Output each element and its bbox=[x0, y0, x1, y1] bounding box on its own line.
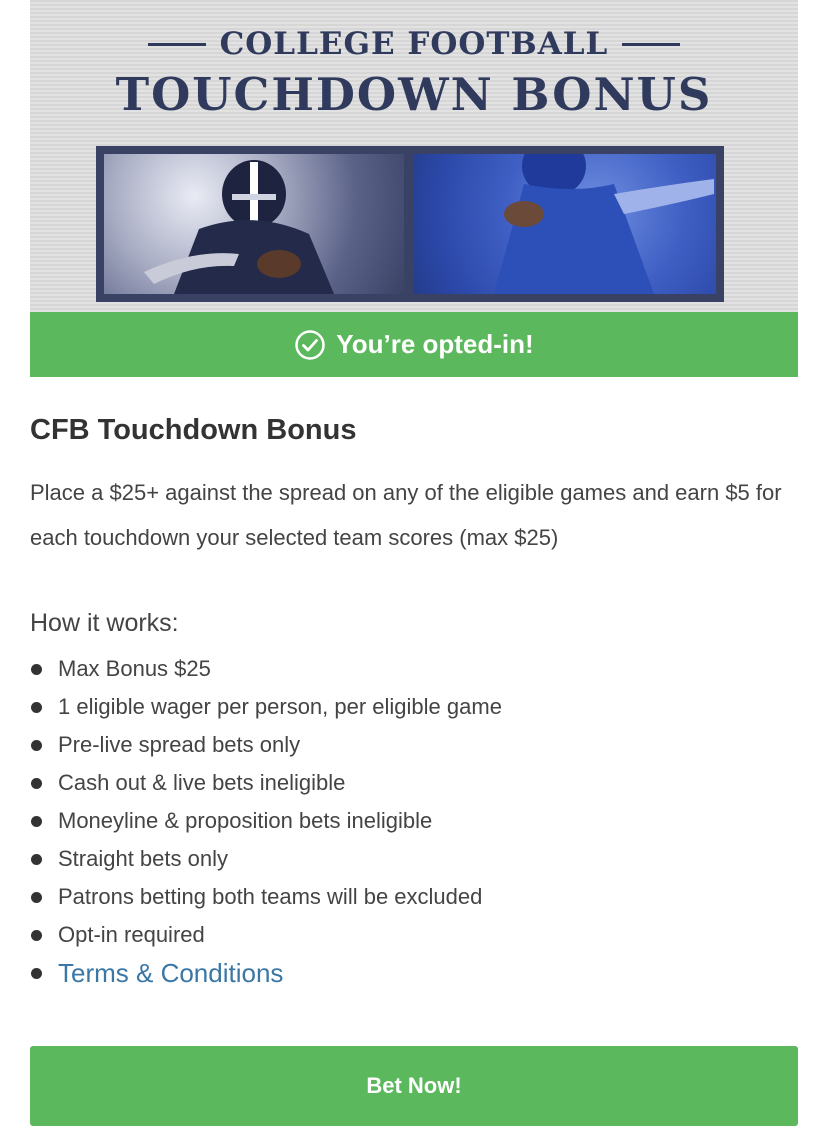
how-it-works-heading: How it works: bbox=[30, 609, 179, 637]
list-item-text: Pre-live spread bets only bbox=[58, 732, 301, 757]
bullet-icon bbox=[31, 968, 42, 979]
bullet-icon bbox=[31, 778, 42, 789]
terms-conditions-link[interactable]: Terms & Conditions bbox=[58, 958, 283, 988]
player-photo-left bbox=[104, 154, 404, 294]
bullet-icon bbox=[31, 664, 42, 675]
list-item: Opt-in required bbox=[30, 916, 502, 954]
banner-rule-right bbox=[622, 42, 681, 46]
bullet-icon bbox=[31, 740, 42, 751]
promo-description: Place a $25+ against the spread on any o… bbox=[30, 480, 782, 550]
list-item: Terms & Conditions bbox=[30, 954, 502, 992]
list-item: 1 eligible wager per person, per eligibl… bbox=[30, 688, 502, 726]
banner-rule-left bbox=[147, 42, 206, 46]
list-item-text: Opt-in required bbox=[58, 922, 205, 947]
banner-title-row: COLLEGE FOOTBALL bbox=[30, 26, 798, 62]
list-item-text: 1 eligible wager per person, per eligibl… bbox=[58, 694, 502, 719]
list-item-text: Moneyline & proposition bets ineligible bbox=[58, 808, 433, 833]
list-item: Patrons betting both teams will be exclu… bbox=[30, 878, 502, 916]
bullet-icon bbox=[31, 892, 42, 903]
list-item-text: Patrons betting both teams will be exclu… bbox=[58, 884, 483, 909]
player-photo-right bbox=[414, 154, 716, 294]
list-item: Cash out & live bets ineligible bbox=[30, 764, 502, 802]
list-item: Max Bonus $25 bbox=[30, 650, 502, 688]
bullet-icon bbox=[31, 702, 42, 713]
opted-in-banner: You’re opted-in! bbox=[30, 312, 798, 377]
banner-headline-main: TOUCHDOWN BONUS bbox=[115, 68, 713, 121]
banner-photo-frame bbox=[96, 146, 724, 302]
list-item: Straight bets only bbox=[30, 840, 502, 878]
list-item-text: Max Bonus $25 bbox=[58, 656, 211, 681]
bullet-icon bbox=[31, 854, 42, 865]
list-item: Moneyline & proposition bets ineligible bbox=[30, 802, 502, 840]
bullet-icon bbox=[31, 816, 42, 827]
promo-banner: COLLEGE FOOTBALL TOUCHDOWN BONUS bbox=[30, 0, 798, 312]
bullet-icon bbox=[31, 930, 42, 941]
football-player-icon bbox=[144, 160, 334, 294]
list-item: Pre-live spread bets only bbox=[30, 726, 502, 764]
banner-headline-top: COLLEGE FOOTBALL bbox=[219, 26, 609, 62]
how-it-works-list: Max Bonus $25 1 eligible wager per perso… bbox=[30, 650, 502, 992]
opted-in-status: You’re opted-in! bbox=[336, 329, 534, 359]
promo-page: COLLEGE FOOTBALL TOUCHDOWN BONUS You’re … bbox=[0, 0, 828, 1127]
football-player-icon bbox=[494, 154, 714, 294]
check-circle-icon bbox=[295, 329, 326, 360]
list-item-text: Cash out & live bets ineligible bbox=[58, 770, 346, 795]
list-item-text: Straight bets only bbox=[58, 846, 228, 871]
promo-title: CFB Touchdown Bonus bbox=[30, 414, 357, 446]
bet-now-button[interactable]: Bet Now! bbox=[30, 1046, 798, 1126]
